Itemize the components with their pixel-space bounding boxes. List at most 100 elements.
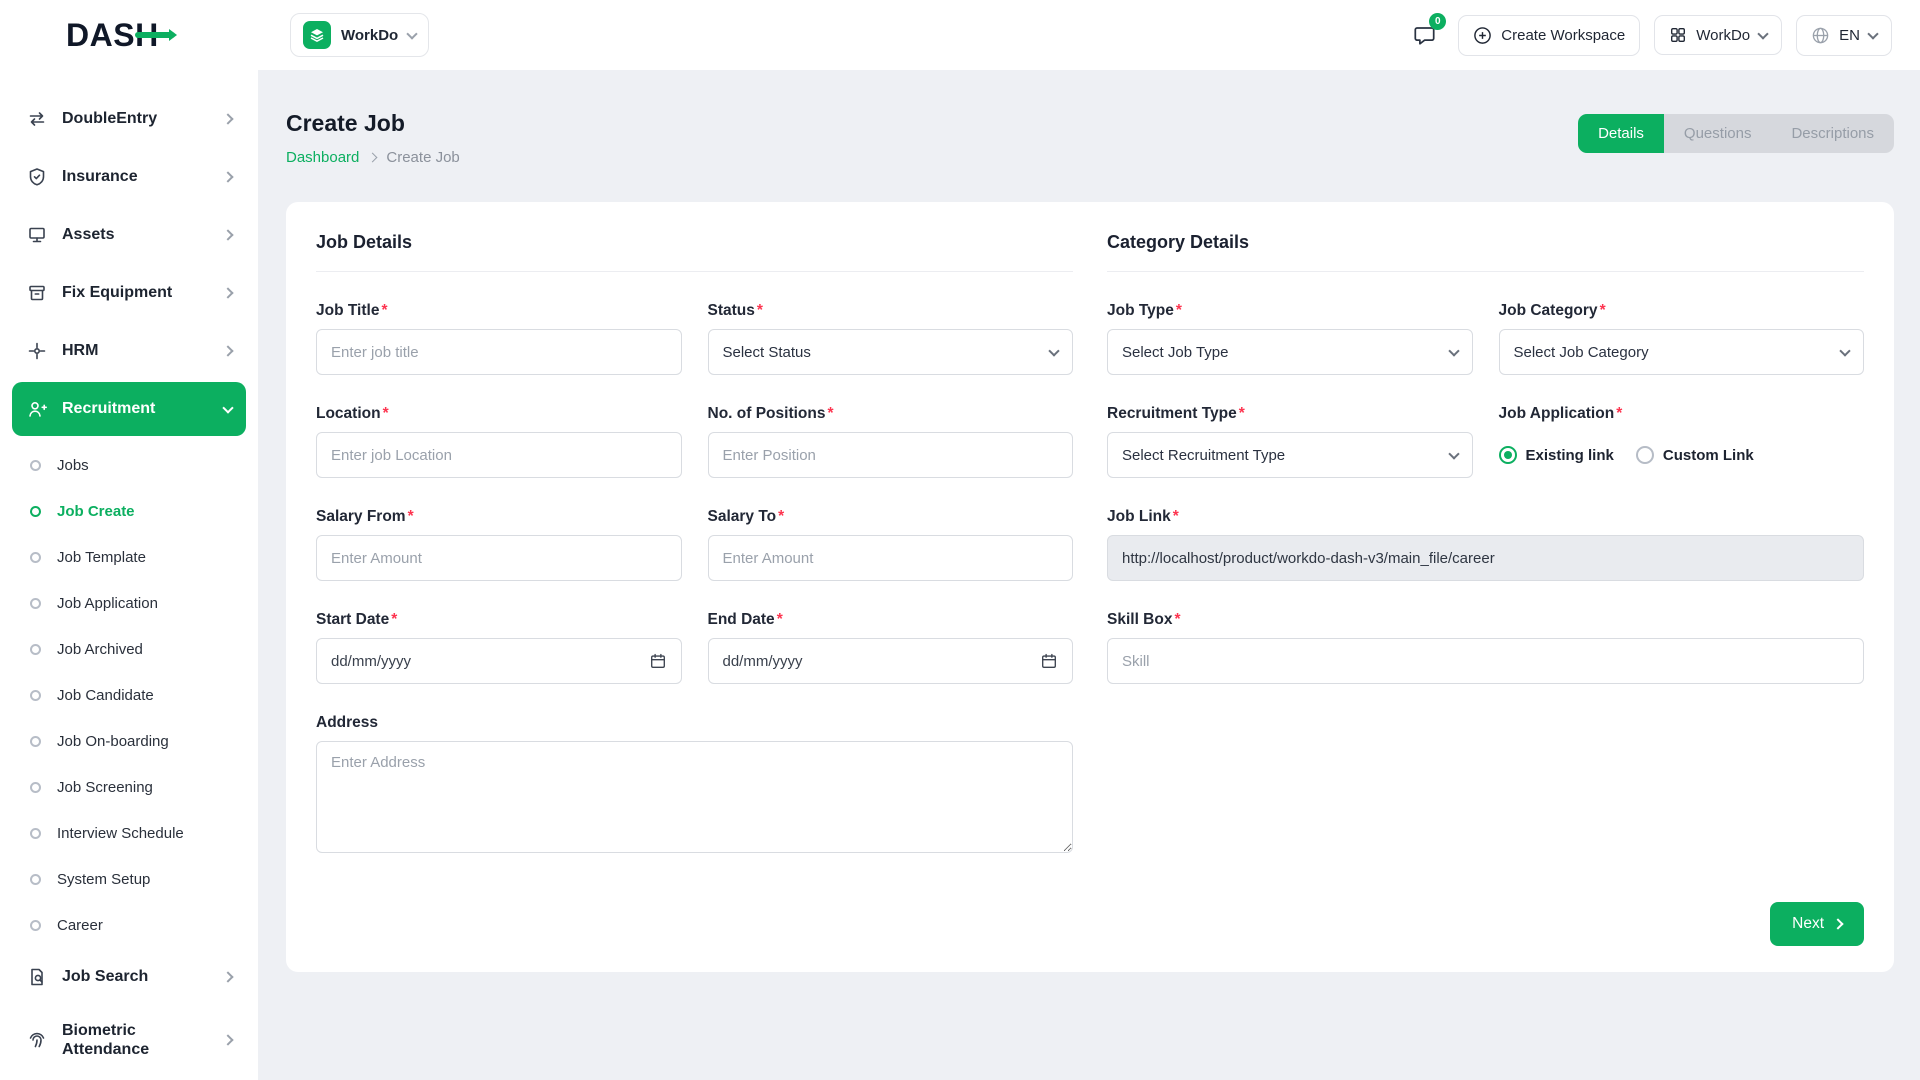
brand-area: DASH [0,17,258,54]
radio-custom-link[interactable]: Custom Link [1636,446,1754,464]
sidebar-subitem-interview-schedule[interactable]: Interview Schedule [18,810,246,856]
chevron-right-icon [222,287,233,298]
sidebar-item-doubleentry[interactable]: DoubleEntry [12,92,246,146]
status-select[interactable]: Select Status [708,329,1074,375]
breadcrumb-separator-icon [368,153,378,163]
sidebar-item-fix-equipment[interactable]: Fix Equipment [12,266,246,320]
chevron-down-icon [1867,28,1878,39]
field-job-link: Job Link* [1107,508,1864,581]
main-content: Create Job Dashboard Create Job Details … [258,70,1920,1080]
recruitment-icon [26,399,48,419]
sidebar-subitem-job-screening[interactable]: Job Screening [18,764,246,810]
subitem-label: Job Template [57,549,146,566]
address-textarea[interactable] [316,741,1073,853]
sidebar-subitem-job-application[interactable]: Job Application [18,580,246,626]
skill-input[interactable] [1107,638,1864,684]
sidebar-item-label: Insurance [62,167,210,186]
language-selector[interactable]: EN [1796,15,1892,56]
job-type-select[interactable]: Select Job Type [1107,329,1473,375]
page-header: Create Job Dashboard Create Job Details … [286,110,1894,166]
breadcrumb: Dashboard Create Job [286,149,460,166]
field-start-date: Start Date* dd/mm/yyyy [316,611,682,684]
job-link-input[interactable] [1107,535,1864,581]
workspace-selector[interactable]: WorkDo [290,13,429,57]
sidebar-subitem-system-setup[interactable]: System Setup [18,856,246,902]
field-job-application: Job Application* Existing link Custom Li… [1499,405,1865,478]
field-skill-box: Skill Box* [1107,611,1864,684]
location-label: Location* [316,405,682,423]
sidebar-subitem-job-archived[interactable]: Job Archived [18,626,246,672]
sidebar-subitem-job-candidate[interactable]: Job Candidate [18,672,246,718]
sidebar-item-hrm[interactable]: HRM [12,324,246,378]
subitem-label: Interview Schedule [57,825,184,842]
insurance-shield-icon [26,167,48,187]
job-category-select[interactable]: Select Job Category [1499,329,1865,375]
subitem-label: Career [57,917,103,934]
end-date-input[interactable]: dd/mm/yyyy [708,638,1074,684]
chevron-right-icon [222,345,233,356]
sidebar-item-biometric-attendance[interactable]: Biometric Attendance [12,1008,246,1072]
chevron-down-icon [1757,28,1768,39]
breadcrumb-dashboard-link[interactable]: Dashboard [286,149,359,166]
job-title-input[interactable] [316,329,682,375]
subitem-label: Job Screening [57,779,153,796]
chevron-down-icon [1048,345,1059,356]
radio-existing-link[interactable]: Existing link [1499,446,1614,464]
bullet-icon [30,460,41,471]
sidebar-subitem-job-create[interactable]: Job Create [18,488,246,534]
plus-circle-icon [1473,26,1492,45]
sidebar-item-label: Job Search [62,967,210,986]
create-workspace-label: Create Workspace [1501,27,1625,44]
positions-input[interactable] [708,432,1074,478]
sidebar-item-label: HRM [62,341,210,360]
page-title: Create Job [286,110,460,137]
bullet-icon [30,920,41,931]
sidebar-item-label: Recruitment [62,399,210,418]
doubleentry-icon [26,109,48,129]
tab-descriptions[interactable]: Descriptions [1771,114,1894,153]
field-job-type: Job Type* Select Job Type [1107,302,1473,375]
location-input[interactable] [316,432,682,478]
sidebar-subitem-job-onboarding[interactable]: Job On-boarding [18,718,246,764]
start-date-label: Start Date* [316,611,682,629]
salary-from-input[interactable] [316,535,682,581]
skill-box-label: Skill Box* [1107,611,1864,629]
workspace-icon [303,21,331,49]
sidebar-item-recruitment[interactable]: Recruitment [12,382,246,436]
radio-checked-icon [1499,446,1517,464]
messages-button[interactable]: 0 [1404,15,1444,55]
field-job-title: Job Title* [316,302,682,375]
chevron-right-icon [222,113,233,124]
recruitment-type-select[interactable]: Select Recruitment Type [1107,432,1473,478]
sidebar-item-insurance[interactable]: Insurance [12,150,246,204]
tab-details[interactable]: Details [1578,114,1664,153]
job-search-icon [26,967,48,987]
chevron-down-icon [407,28,418,39]
language-label: EN [1839,27,1860,44]
sidebar-item-assets[interactable]: Assets [12,208,246,262]
tab-questions[interactable]: Questions [1664,114,1772,153]
app-logo[interactable]: DASH [66,17,159,54]
topbar-actions: 0 Create Workspace WorkDo EN [1404,15,1920,56]
subitem-label: Job Candidate [57,687,154,704]
field-end-date: End Date* dd/mm/yyyy [708,611,1074,684]
create-workspace-button[interactable]: Create Workspace [1458,15,1640,56]
apps-dropdown-button[interactable]: WorkDo [1654,15,1782,55]
bullet-icon [30,828,41,839]
create-job-card: Job Details Job Title* Status* Select St… [286,202,1894,972]
status-label: Status* [708,302,1074,320]
bullet-icon [30,598,41,609]
job-application-label: Job Application* [1499,405,1865,423]
sidebar-subitem-job-template[interactable]: Job Template [18,534,246,580]
chevron-down-icon [1839,345,1850,356]
recruitment-type-select-value: Select Recruitment Type [1122,447,1285,464]
sidebar-subitem-jobs[interactable]: Jobs [18,442,246,488]
start-date-input[interactable]: dd/mm/yyyy [316,638,682,684]
sidebar-subitem-career[interactable]: Career [18,902,246,948]
next-button[interactable]: Next [1770,902,1864,946]
radio-label: Custom Link [1663,447,1754,464]
sidebar-item-job-search[interactable]: Job Search [12,950,246,1004]
chevron-right-icon [222,171,233,182]
salary-to-input[interactable] [708,535,1074,581]
sidebar-item-procurement[interactable]: Procurement [12,1076,246,1080]
